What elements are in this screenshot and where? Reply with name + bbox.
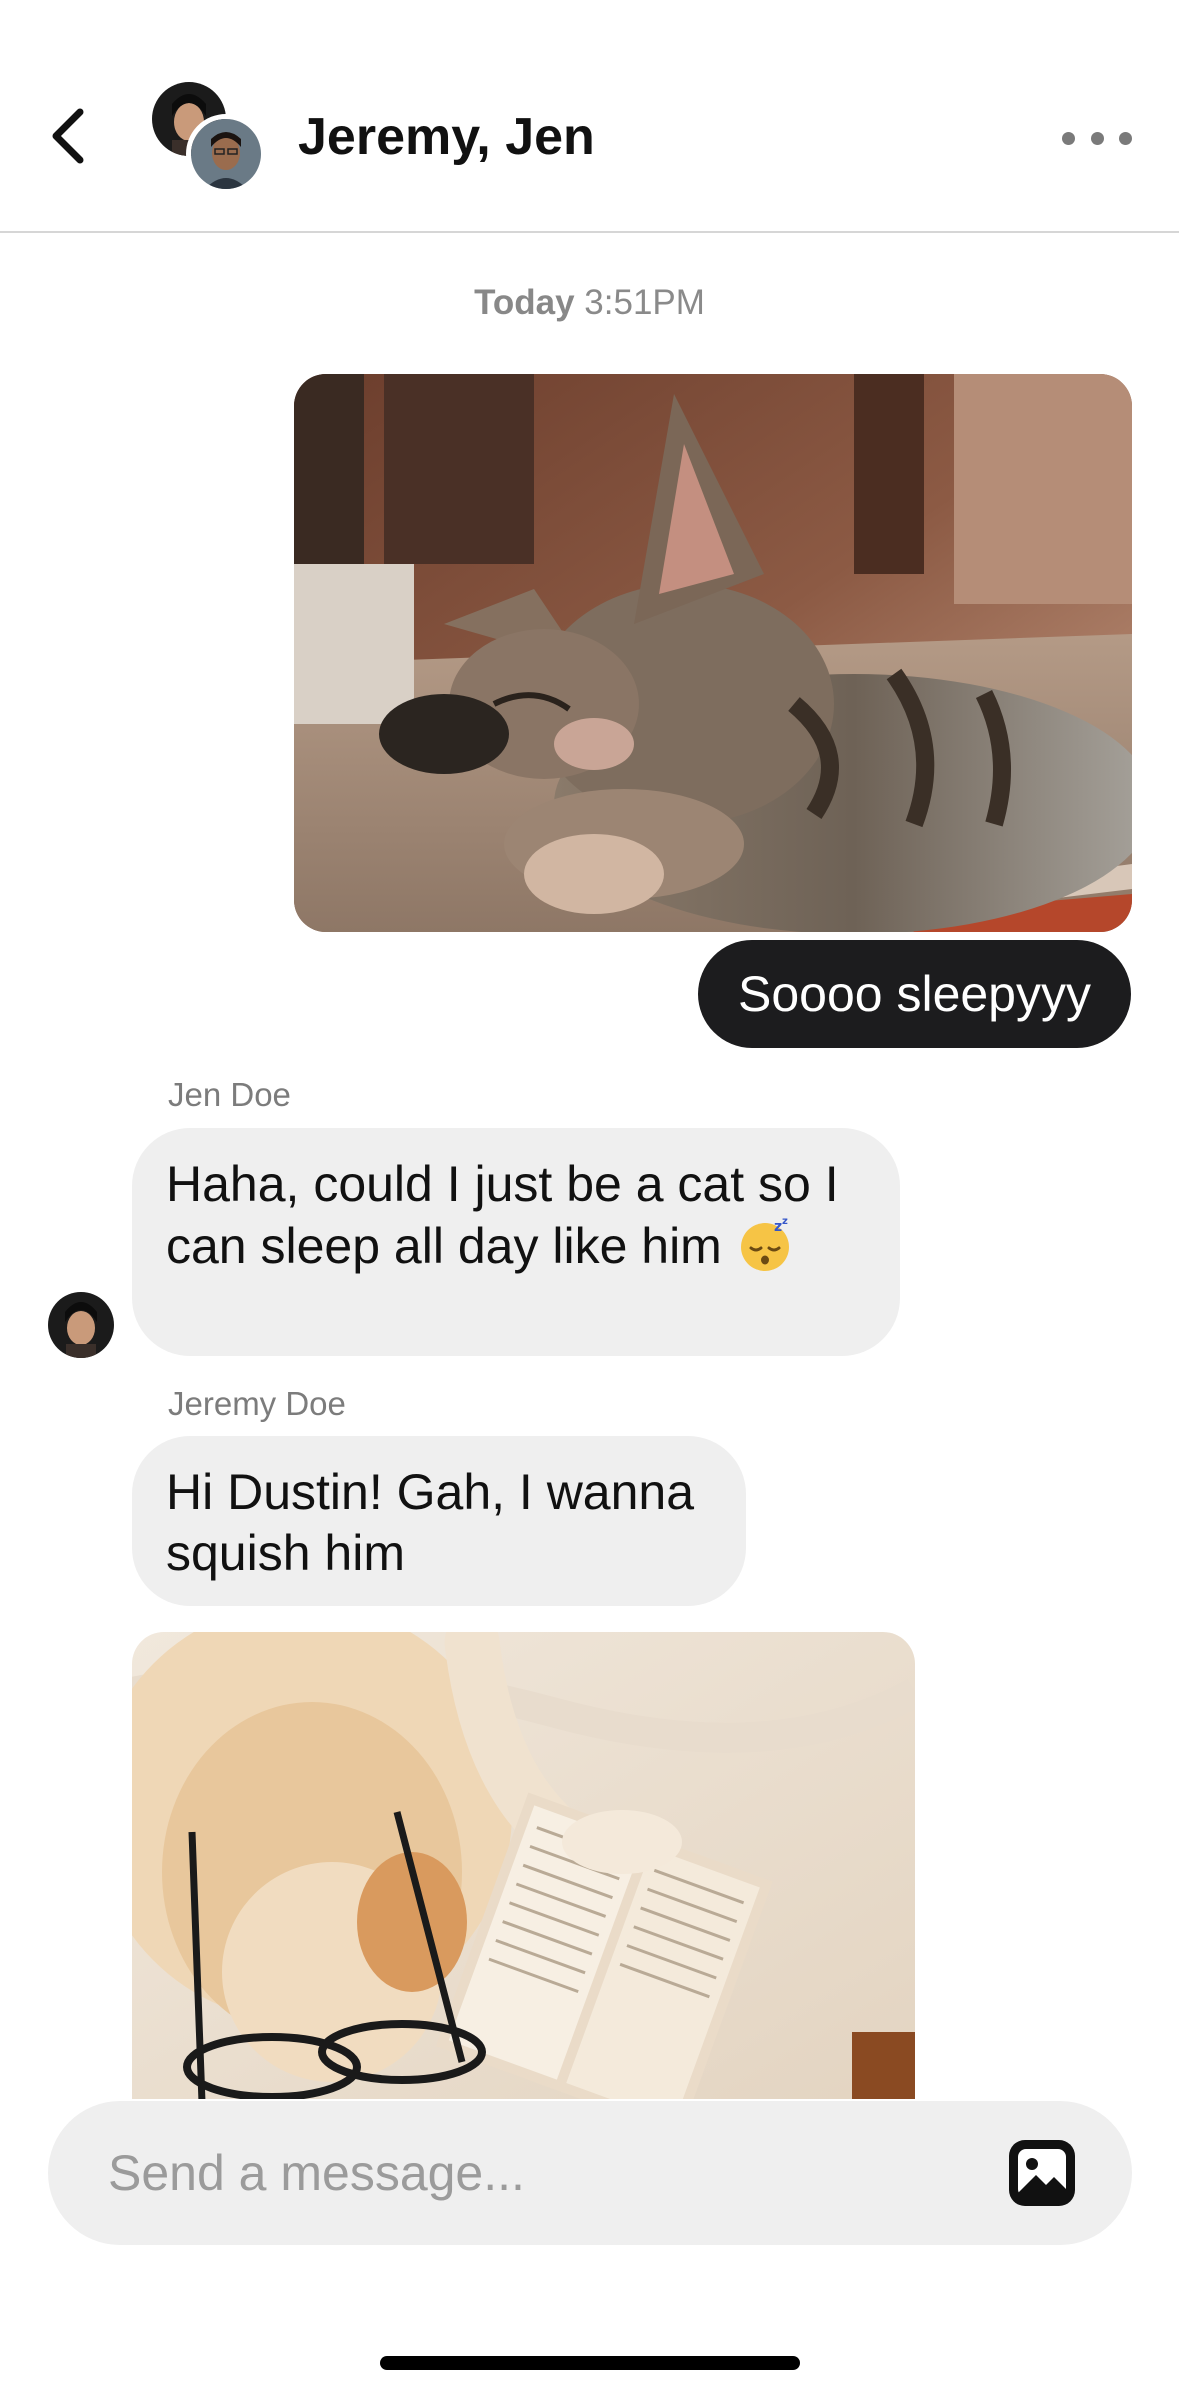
chat-screen: Jeremy, Jen Today 3:51PM Soooo sleepyyy …	[0, 0, 1179, 2396]
more-options-button[interactable]	[1062, 118, 1132, 158]
chevron-left-icon	[52, 108, 84, 164]
avatar-jen-message[interactable]	[48, 1292, 114, 1358]
dog-photo[interactable]	[132, 1632, 915, 2102]
chat-title[interactable]: Jeremy, Jen	[298, 107, 595, 167]
incoming-message[interactable]: Haha, could I just be a cat so I can sle…	[132, 1128, 900, 1356]
kitten-photo[interactable]	[294, 374, 1132, 932]
message-text: Soooo sleepyyy	[737, 966, 1091, 1022]
image-icon	[1009, 2140, 1075, 2206]
incoming-message[interactable]: Hi Dustin! Gah, I wanna squish him	[132, 1436, 746, 1606]
message-text: Hi Dustin! Gah, I wanna squish him	[166, 1464, 695, 1581]
home-indicator	[380, 2356, 800, 2370]
message-timestamp: Today 3:51PM	[0, 283, 1179, 323]
sender-name: Jen Doe	[168, 1076, 291, 1113]
back-button[interactable]	[38, 100, 98, 172]
timestamp-day: Today	[474, 283, 575, 322]
message-input[interactable]	[108, 2101, 988, 2245]
group-avatars[interactable]	[150, 80, 270, 195]
sender-name: Jeremy Doe	[168, 1385, 346, 1422]
image-attach-button[interactable]	[1006, 2137, 1078, 2209]
svg-text:z: z	[782, 1216, 788, 1227]
sleeping-face-icon: z z	[736, 1215, 794, 1273]
svg-text:z: z	[774, 1219, 782, 1235]
ellipsis-icon	[1062, 131, 1075, 145]
avatar-jeremy	[186, 114, 266, 194]
timestamp-time: 3:51PM	[584, 283, 705, 322]
chat-header: Jeremy, Jen	[0, 0, 1179, 233]
outgoing-message[interactable]: Soooo sleepyyy	[697, 940, 1131, 1048]
message-composer	[48, 2101, 1132, 2245]
